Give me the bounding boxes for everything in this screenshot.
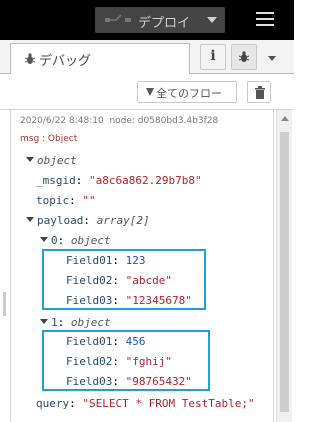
tree-row-item-0[interactable]: 0: object [40, 233, 111, 249]
filter-icon [146, 88, 154, 96]
message-timestamp: 2020/6/22 8:48:10 [20, 116, 104, 126]
trash-icon [255, 86, 265, 99]
message-node[interactable]: node: d0580bd3.4b3f28 [109, 116, 218, 126]
deploy-label: デプロイ [138, 16, 191, 31]
resize-handle[interactable] [3, 292, 6, 316]
bug-icon [25, 53, 35, 64]
tree-row-msgid: _msgid: "a8c6a862.29b7b8" [36, 174, 202, 187]
caret-down-icon[interactable] [40, 319, 48, 324]
clear-messages-button[interactable] [247, 81, 271, 103]
info-icon: i [210, 48, 216, 64]
caret-down-icon[interactable] [26, 217, 34, 222]
tree-row-topic: topic: "" [36, 194, 96, 207]
deploy-button[interactable]: デプロイ [95, 7, 225, 33]
tree-row-field: Field02: "abcde" [66, 274, 172, 287]
tree-row-field: Field01: 456 [66, 335, 146, 348]
scrollbar[interactable] [276, 110, 292, 422]
tree-row-field: Field03: "98765432" [66, 375, 192, 388]
tab-debug-label: デバッグ [39, 54, 92, 69]
caret-down-icon[interactable] [268, 56, 276, 61]
info-button[interactable]: i [200, 44, 226, 70]
tree-root[interactable]: object [26, 153, 77, 169]
tree-row-query: query: "SELECT * FROM TestTable;" [36, 397, 255, 410]
filter-flows-button[interactable]: 全てのフロー [137, 81, 237, 103]
app-header: デプロイ [0, 0, 294, 40]
caret-down-icon[interactable] [40, 237, 48, 242]
scroll-up-icon[interactable] [281, 116, 289, 121]
debug-tab-button[interactable] [231, 44, 257, 70]
caret-down-icon[interactable] [26, 157, 34, 162]
filter-flows-label: 全てのフロー [156, 87, 222, 100]
tree-row-item-1[interactable]: 1: object [40, 315, 111, 331]
scroll-thumb[interactable] [280, 132, 289, 412]
tree-row-payload[interactable]: payload: array[2] [26, 213, 150, 229]
debug-toolbar: 全てのフロー [0, 74, 294, 110]
tree-row-field: Field01: 123 [66, 254, 146, 267]
sidebar-tabbar: デバッグ i [0, 40, 294, 74]
hamburger-menu-icon[interactable] [256, 12, 274, 26]
tree-row-field: Field02: "fghij" [66, 355, 172, 368]
caret-down-icon[interactable] [207, 17, 217, 23]
tab-debug[interactable]: デバッグ [10, 43, 190, 74]
message-meta: 2020/6/22 8:48:10 node: d0580bd3.4b3f28 [20, 116, 218, 126]
tree-row-field: Field03: "12345678" [66, 294, 192, 307]
message-topic-line: msg : Object [20, 134, 78, 144]
deploy-icon [105, 14, 131, 22]
bug-icon [239, 51, 249, 62]
